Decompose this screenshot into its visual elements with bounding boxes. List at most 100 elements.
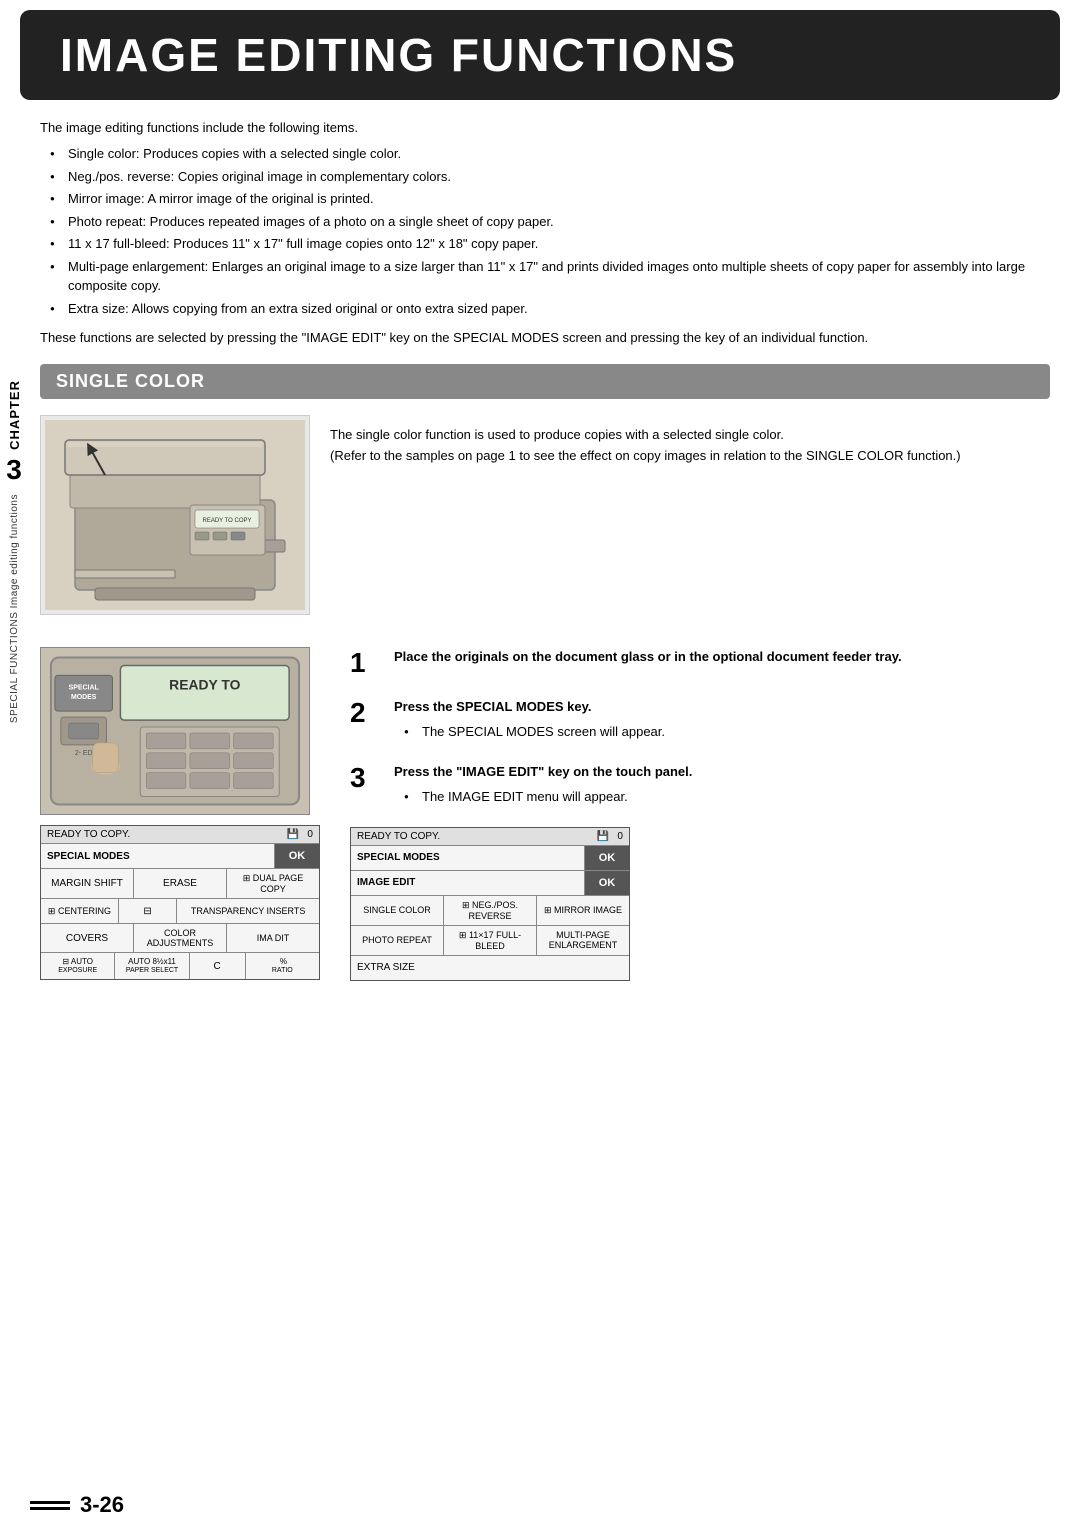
ui-cell-ok-1[interactable]: OK [275, 844, 319, 868]
bullet-item: 11 x 17 full-bleed: Produces 11" x 17" f… [50, 234, 1050, 254]
footer-line-2 [30, 1507, 70, 1510]
ui-cell-fullbleed[interactable]: ⊞ 11×17 FULL-BLEED [444, 926, 537, 955]
ui-screen-left: READY TO COPY. 💾 0 SPECIAL MODES OK MARG… [40, 825, 320, 980]
ui-cell-photo-repeat[interactable]: PHOTO REPEAT [351, 926, 444, 955]
bullet-item: Single color: Produces copies with a sel… [50, 144, 1050, 164]
chapter-side-text: SPECIAL FUNCTIONS Image editing function… [9, 494, 20, 723]
svg-text:SPECIAL: SPECIAL [69, 685, 100, 692]
section-left: READY TO COPY [40, 415, 310, 627]
ui-screen-right-container: READY TO COPY. 💾 0 SPECIAL MODES OK IMAG… [350, 827, 1050, 981]
chapter-label: CHAPTER [7, 380, 22, 450]
ui-cell-margin-shift[interactable]: MARGIN SHIFT [41, 869, 134, 898]
step-2-content: Press the SPECIAL MODES key. The SPECIAL… [394, 697, 1050, 742]
ui-cell-erase[interactable]: ERASE [134, 869, 227, 898]
ui-cell-ratio[interactable]: %RATIO [246, 953, 319, 979]
bullet-item: Neg./pos. reverse: Copies original image… [50, 167, 1050, 187]
step-3-bullet-1: The IMAGE EDIT menu will appear. [404, 787, 1050, 807]
bullet-item: Multi-page enlargement: Enlarges an orig… [50, 257, 1050, 296]
sidebar-chapter: CHAPTER 3 SPECIAL FUNCTIONS Image editin… [0, 380, 28, 723]
copier-illustration: READY TO COPY [40, 415, 310, 615]
ui-row-sp-modes-r: SPECIAL MODES OK [351, 846, 629, 871]
page-header: IMAGE EDITING FUNCTIONS [20, 10, 1060, 100]
section1-note: (Refer to the samples on page 1 to see t… [330, 446, 1050, 467]
ui-cell-multipage[interactable]: MULTI-PAGE ENLARGEMENT [537, 926, 629, 955]
footer-page-number: 3-26 [80, 1492, 124, 1518]
ui-cell-ok-r2[interactable]: OK [585, 871, 629, 895]
ui-cell-neg-pos[interactable]: ⊞ NEG./POS. REVERSE [444, 896, 537, 925]
footer-line-1 [30, 1501, 70, 1504]
ui-row-tools: MARGIN SHIFT ERASE ⊞ DUAL PAGE COPY [41, 869, 319, 899]
page-container: IMAGE EDITING FUNCTIONS CHAPTER 3 SPECIA… [0, 10, 1080, 1538]
svg-text:MODES: MODES [71, 695, 97, 702]
bullet-item: Extra size: Allows copying from an extra… [50, 299, 1050, 319]
section1-header: SINGLE COLOR [40, 364, 1050, 399]
control-panel-image: READY TO SPECIAL MODES 2- ED [40, 647, 310, 815]
section1-description: The single color function is used to pro… [330, 425, 1050, 446]
bottom-panels: READY TO SPECIAL MODES 2- ED [40, 647, 1050, 980]
ui-row-bottom: ⊟ AUTOEXPOSURE AUTO 8½x11PAPER SELECT C … [41, 953, 319, 979]
bottom-left-panels: READY TO SPECIAL MODES 2- ED [40, 647, 330, 980]
ui-screen-right: READY TO COPY. 💾 0 SPECIAL MODES OK IMAG… [350, 827, 630, 981]
ui-status-bar-right: READY TO COPY. 💾 0 [351, 828, 629, 846]
ui-cell-color-adj[interactable]: COLOR ADJUSTMENTS [134, 924, 227, 952]
ui-row-covers: COVERS COLOR ADJUSTMENTS IMA DIT [41, 924, 319, 953]
svg-text:2- ED: 2- ED [75, 750, 93, 757]
control-panel-svg: READY TO SPECIAL MODES 2- ED [41, 647, 309, 815]
status-icon-right: 💾 0 [597, 831, 623, 842]
svg-text:READY TO COPY: READY TO COPY [202, 518, 251, 524]
ui-row-centering: ⊞ CENTERING ⊟ TRANSPARENCY INSERTS [41, 899, 319, 924]
bottom-right-content: 1 Place the originals on the document gl… [350, 647, 1050, 980]
svg-text:READY TO: READY TO [169, 677, 240, 693]
step-2-number: 2 [350, 699, 378, 727]
step-3-bullets: The IMAGE EDIT menu will appear. [394, 787, 1050, 807]
section-right: The single color function is used to pro… [330, 415, 1050, 627]
page-title: IMAGE EDITING FUNCTIONS [60, 28, 1020, 82]
footer-lines [30, 1501, 70, 1510]
step-1-title: Place the originals on the document glas… [394, 647, 1050, 667]
ui-cell-mirror[interactable]: ⊞ MIRROR IMAGE [537, 896, 629, 925]
step-3-title: Press the "IMAGE EDIT" key on the touch … [394, 762, 1050, 782]
ui-cell-ok-r1[interactable]: OK [585, 846, 629, 870]
ui-cell-special-modes[interactable]: SPECIAL MODES [41, 844, 275, 868]
step-2: 2 Press the SPECIAL MODES key. The SPECI… [350, 697, 1050, 742]
step-3-content: Press the "IMAGE EDIT" key on the touch … [394, 762, 1050, 807]
ui-row-special-modes: SPECIAL MODES OK [41, 844, 319, 869]
ui-cell-image-edit-r[interactable]: IMAGE EDIT [351, 871, 585, 895]
ui-screen-left-container: READY TO COPY. 💾 0 SPECIAL MODES OK MARG… [40, 825, 330, 980]
ui-row-colors-r: SINGLE COLOR ⊞ NEG./POS. REVERSE ⊞ MIRRO… [351, 896, 629, 926]
page-footer: 3-26 [30, 1492, 124, 1518]
step-1-number: 1 [350, 649, 378, 677]
ui-cell-paper-select[interactable]: AUTO 8½x11PAPER SELECT [115, 953, 189, 979]
ui-cell-exposure[interactable]: ⊟ AUTOEXPOSURE [41, 953, 115, 979]
step-3: 3 Press the "IMAGE EDIT" key on the touc… [350, 762, 1050, 807]
ui-cell-c[interactable]: C [190, 953, 246, 979]
ui-cell-dual-page[interactable]: ⊞ DUAL PAGE COPY [227, 869, 319, 898]
bullet-list: Single color: Produces copies with a sel… [40, 144, 1050, 318]
step-2-title: Press the SPECIAL MODES key. [394, 697, 1050, 717]
ui-cell-single-color[interactable]: SINGLE COLOR [351, 896, 444, 925]
copier-svg: READY TO COPY [45, 420, 305, 610]
step-2-bullet-1: The SPECIAL MODES screen will appear. [404, 722, 1050, 742]
status-text-right: READY TO COPY. [357, 831, 440, 842]
ui-status-bar-left: READY TO COPY. 💾 0 [41, 826, 319, 844]
ui-cell-transparency[interactable]: TRANSPARENCY INSERTS [177, 899, 319, 923]
chapter-number: 3 [6, 454, 22, 486]
step-1-content: Place the originals on the document glas… [394, 647, 1050, 672]
intro-section: The image editing functions include the … [40, 118, 1050, 348]
ui-row-repeat-r: PHOTO REPEAT ⊞ 11×17 FULL-BLEED MULTI-PA… [351, 926, 629, 956]
step-1: 1 Place the originals on the document gl… [350, 647, 1050, 677]
ui-cell-sp-modes-r[interactable]: SPECIAL MODES [351, 846, 585, 870]
ui-cell-extra-size[interactable]: EXTRA SIZE [351, 956, 629, 980]
intro-lead: The image editing functions include the … [40, 118, 1050, 138]
ui-cell-image-edit[interactable]: IMA DIT [227, 924, 319, 952]
ui-cell-icon2: ⊟ [119, 899, 177, 923]
intro-note: These functions are selected by pressing… [40, 328, 1050, 348]
status-icon-left: 💾 0 [287, 829, 313, 840]
step-3-number: 3 [350, 764, 378, 792]
ui-cell-centering[interactable]: ⊞ CENTERING [41, 899, 119, 923]
bullet-item: Mirror image: A mirror image of the orig… [50, 189, 1050, 209]
main-content: The image editing functions include the … [30, 118, 1050, 981]
section-body: READY TO COPY The single color function … [40, 415, 1050, 627]
ui-cell-covers[interactable]: COVERS [41, 924, 134, 952]
bullet-item: Photo repeat: Produces repeated images o… [50, 212, 1050, 232]
